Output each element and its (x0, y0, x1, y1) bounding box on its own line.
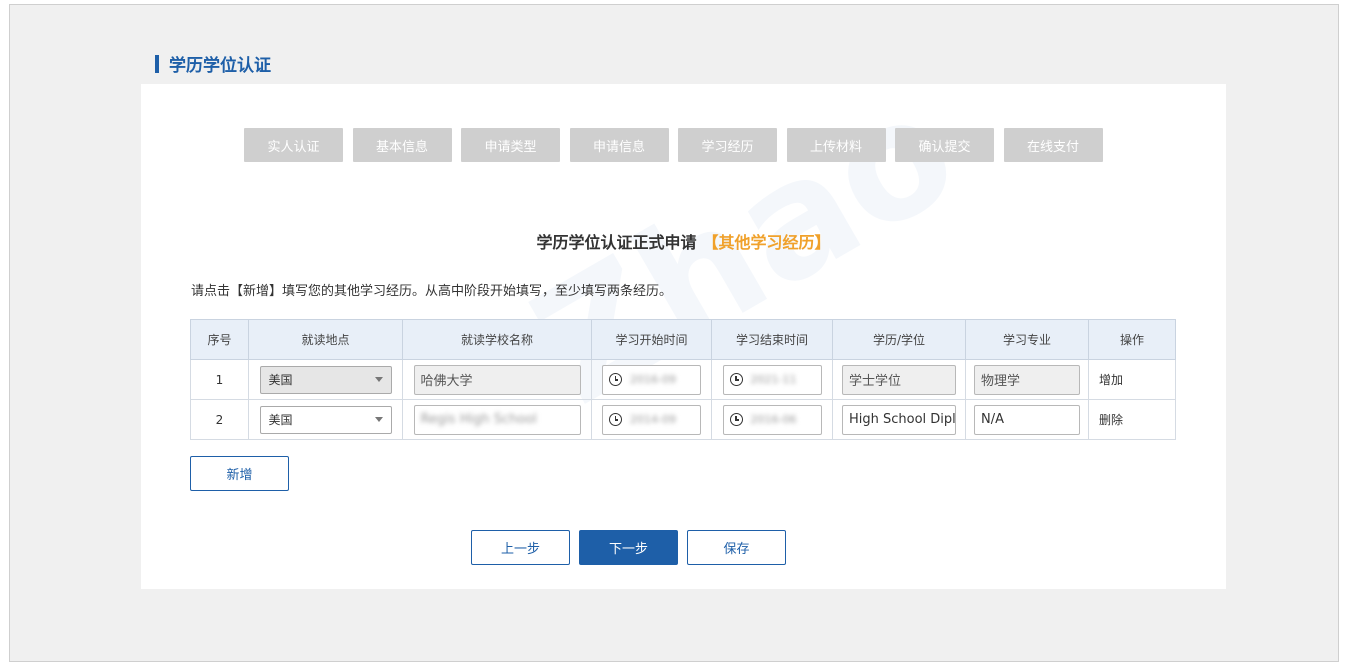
clock-icon (729, 373, 743, 386)
step-application-info[interactable]: 申请信息 (569, 128, 669, 162)
add-button[interactable]: 新增 (190, 456, 289, 491)
header-degree: 学历/学位 (832, 319, 966, 360)
header-action: 操作 (1088, 319, 1176, 360)
header-end: 学习结束时间 (711, 319, 833, 360)
school-name-value: Regis High School (420, 412, 537, 427)
header-major: 学习专业 (965, 319, 1089, 360)
school-name-field[interactable]: 哈佛大学 (413, 364, 581, 395)
page-title-text: 学历学位认证 (169, 56, 271, 76)
row-index: 1 (190, 359, 249, 400)
form-heading-accent: 【其他学习经历】 (702, 233, 831, 252)
title-accent-bar (155, 54, 159, 73)
step-bar: 实人认证 基本信息 申请类型 申请信息 学习经历 上传材料 确认提交 在线支付 (244, 128, 1112, 162)
page-title: 学历学位认证 (155, 51, 271, 76)
major-field[interactable]: N/A (974, 404, 1080, 435)
step-real-name[interactable]: 实人认证 (244, 128, 343, 162)
clock-icon (729, 413, 743, 426)
step-payment[interactable]: 在线支付 (1003, 128, 1103, 162)
step-upload[interactable]: 上传材料 (786, 128, 886, 162)
header-index: 序号 (190, 319, 249, 360)
step-basic-info[interactable]: 基本信息 (352, 128, 452, 162)
table-row: 2 美国 Regis High School 2014-09 2016-06 H… (190, 399, 1176, 440)
location-value: 美国 (268, 413, 293, 427)
degree-field[interactable]: 学士学位 (842, 364, 956, 395)
instruction-text: 请点击【新增】填写您的其他学习经历。从高中阶段开始填写，至少填写两条经历。 (191, 284, 673, 299)
header-school: 就读学校名称 (402, 319, 592, 360)
table-header-row: 序号 就读地点 就读学校名称 学习开始时间 学习结束时间 学历/学位 学习专业 … (190, 319, 1176, 360)
page-frame: 学历学位认证 Zhao 实人认证 基本信息 申请类型 申请信息 学习经历 上传材… (9, 4, 1339, 662)
end-date-value: 2021-11 (750, 373, 797, 386)
school-name-field[interactable]: Regis High School (413, 404, 581, 435)
location-select[interactable]: 美国 (259, 365, 392, 394)
form-navigation: 上一步 下一步 保存 (471, 530, 795, 565)
prev-button[interactable]: 上一步 (471, 530, 570, 565)
location-select[interactable]: 美国 (259, 405, 392, 434)
study-history-table: 序号 就读地点 就读学校名称 学习开始时间 学习结束时间 学历/学位 学习专业 … (190, 319, 1176, 440)
delete-row-link[interactable]: 删除 (1088, 399, 1176, 440)
chevron-down-icon (374, 417, 383, 422)
start-date-value: 2016-09 (630, 373, 676, 386)
clock-icon (609, 413, 622, 426)
header-location: 就读地点 (248, 319, 403, 360)
table-row: 1 美国 哈佛大学 2016-09 2021-11 学士学位 物理学 增加 (190, 359, 1176, 400)
row-index: 2 (190, 399, 249, 440)
form-heading-text: 学历学位认证正式申请 (536, 233, 697, 252)
form-card: Zhao 实人认证 基本信息 申请类型 申请信息 学习经历 上传材料 确认提交 … (141, 55, 1226, 589)
form-heading: 学历学位认证正式申请 【其他学习经历】 (141, 229, 1226, 253)
step-confirm[interactable]: 确认提交 (895, 128, 994, 162)
location-value: 美国 (268, 373, 293, 387)
start-date-field[interactable]: 2014-09 (602, 404, 701, 435)
end-date-field[interactable]: 2021-11 (722, 364, 822, 395)
step-application-type[interactable]: 申请类型 (461, 128, 560, 162)
end-date-field[interactable]: 2016-06 (722, 404, 822, 435)
save-button[interactable]: 保存 (687, 530, 786, 565)
step-study-history[interactable]: 学习经历 (678, 128, 777, 162)
add-row-link[interactable]: 增加 (1088, 359, 1176, 400)
major-field[interactable]: 物理学 (974, 364, 1080, 395)
start-date-value: 2014-09 (630, 413, 676, 426)
chevron-down-icon (374, 377, 383, 382)
header-start: 学习开始时间 (591, 319, 712, 360)
next-button[interactable]: 下一步 (579, 530, 678, 565)
start-date-field[interactable]: 2016-09 (602, 364, 701, 395)
clock-icon (609, 373, 622, 386)
degree-field[interactable]: High School Diplo (842, 404, 956, 435)
end-date-value: 2016-06 (750, 413, 797, 426)
